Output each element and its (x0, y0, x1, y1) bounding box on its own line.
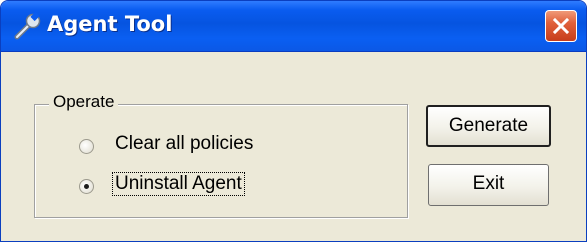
window-title: Agent Tool (47, 12, 173, 36)
generate-button[interactable]: Generate (426, 105, 551, 147)
close-button[interactable] (545, 10, 577, 42)
exit-button-label: Exit (472, 173, 505, 194)
operate-groupbox (34, 104, 408, 218)
radio-button-selected[interactable] (79, 179, 94, 194)
radio-dot (84, 184, 89, 189)
generate-button-label: Generate (448, 115, 529, 136)
wrench-icon (13, 11, 43, 40)
radio-label-uninstall-agent[interactable]: Uninstall Agent (112, 172, 245, 196)
close-icon (552, 17, 570, 35)
groupbox-label: Operate (49, 92, 119, 112)
agent-tool-window: Agent Tool Operate Clear all policies Un… (0, 0, 587, 242)
title-bar[interactable]: Agent Tool (1, 1, 586, 52)
radio-button[interactable] (79, 139, 94, 154)
exit-button[interactable]: Exit (428, 164, 549, 206)
radio-label-clear-policies[interactable]: Clear all policies (113, 133, 255, 155)
